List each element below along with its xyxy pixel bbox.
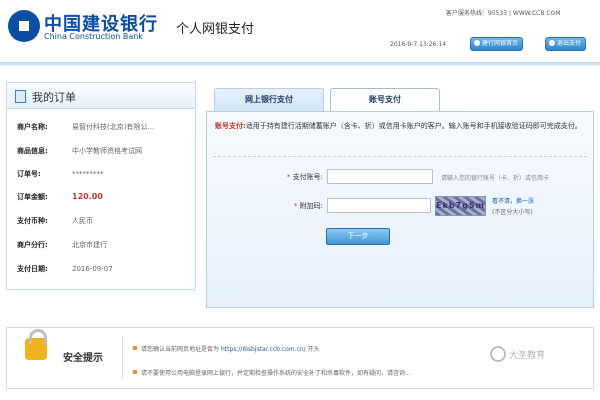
account-hint: 请输入您的银行账号（卡、折）或信用卡: [441, 175, 550, 182]
header-divider: [0, 62, 600, 66]
order-document-icon: [15, 90, 26, 103]
security-tip-2: 请不要使用公用电脑登录网上银行，并定期检查操作系统的安全补丁和杀毒软件，如有疑问…: [133, 368, 593, 377]
home-button[interactable]: 建行网银首页: [470, 37, 524, 51]
order-row-number: 订单号: *********: [17, 166, 104, 182]
exit-button-label: 退出支付: [557, 40, 582, 47]
notice-key: 账号支付:: [215, 122, 246, 130]
order-row-date: 支付日期: 2016-09-07: [17, 261, 113, 277]
merchant-value: 易智付科技(北京)有限公...: [72, 123, 155, 131]
tip1-prefix: 请您确认当前网页地址是否为: [141, 346, 220, 353]
order-panel: 我的订单 商户名称: 易智付科技(北京)有限公... 商品信息: 中小学教师资格考试…: [6, 82, 196, 290]
captcha-image[interactable]: Ekb7gSm: [435, 196, 486, 216]
order-title: 我的订单: [32, 91, 76, 104]
order-row-amount: 订单金额: 120.00: [17, 189, 103, 205]
order-header: 我的订单: [7, 83, 195, 109]
product-label: 商品信息:: [17, 147, 48, 155]
bullet-icon: [133, 370, 137, 374]
current-datetime: 2016-9-7 13:26:14: [390, 41, 447, 48]
order-number-label: 订单号:: [17, 170, 41, 178]
order-row-product: 商品信息: 中小学教师资格考试网: [17, 143, 142, 159]
product-value: 中小学教师资格考试网: [72, 147, 142, 155]
account-label-text: 支付账号:: [292, 173, 323, 181]
next-step-button[interactable]: 下一步: [326, 228, 390, 245]
order-row-currency: 支付币种: 人民币: [17, 213, 93, 229]
wechat-watermark-icon: [490, 346, 506, 362]
date-label: 支付日期:: [17, 265, 48, 273]
exit-icon: [549, 40, 555, 46]
date-value: 2016-09-07: [72, 265, 113, 273]
account-input[interactable]: [327, 169, 433, 184]
branch-value: 北京市建行: [72, 241, 107, 249]
home-button-label: 建行网银首页: [482, 40, 519, 47]
captcha-input[interactable]: [327, 198, 431, 213]
notice-divider: [213, 156, 587, 157]
tab-online-banking[interactable]: 网上银行支付: [214, 88, 324, 112]
captcha-label-text: 附加码:: [299, 202, 323, 210]
payment-panel: 账号支付:适用于持有建行活期储蓄账户（含卡、折）或信用卡账户的客户。输入账号和手…: [206, 111, 594, 308]
home-icon: [474, 40, 480, 46]
order-row-merchant: 商户名称: 易智付科技(北京)有限公...: [17, 119, 154, 135]
security-title: 安全提示: [63, 353, 103, 364]
payment-notice: 账号支付:适用于持有建行活期储蓄账户（含卡、折）或信用卡账户的客户。输入账号和手…: [215, 120, 585, 133]
merchant-label: 商户名称:: [17, 123, 48, 131]
amount-value: 120.00: [72, 192, 103, 201]
hotline-text: 客户服务热线：95533 | WWW.CCB.COM: [446, 10, 561, 17]
payment-tabs: 网上银行支付 账号支付: [206, 88, 594, 112]
bank-name-en: China Construction Bank: [44, 32, 143, 41]
bullet-icon: [133, 346, 137, 350]
lock-icon: [25, 329, 47, 360]
tip1-suffix: 开头: [307, 346, 320, 353]
tip2-text: 请不要使用公用电脑登录网上银行，并定期检查操作系统的安全补丁和杀毒软件，如有疑问…: [141, 370, 411, 377]
captcha-label: * 附加码:: [293, 202, 323, 210]
page-header: 中国建设银行 China Construction Bank 个人网银支付 客户…: [0, 0, 600, 62]
notice-text: 适用于持有建行活期储蓄账户（含卡、折）或信用卡账户的客户。输入账号和手机接收验证…: [245, 122, 582, 130]
currency-value: 人民币: [72, 217, 93, 225]
order-row-branch: 商户分行: 北京市建行: [17, 237, 107, 253]
tab-account-payment[interactable]: 账号支付: [330, 88, 440, 112]
security-divider: [122, 336, 123, 380]
amount-label: 订单金额:: [17, 193, 48, 201]
currency-label: 支付币种:: [17, 217, 48, 225]
branch-label: 商户分行:: [17, 241, 48, 249]
account-label: * 支付账号:: [286, 173, 323, 181]
watermark: 大圣教育: [490, 346, 545, 362]
order-number-value: *********: [72, 170, 104, 178]
exit-button[interactable]: 退出支付: [545, 37, 587, 51]
ccb-logo-icon: [8, 10, 40, 42]
case-insensitive-tip: (不区分大小写): [492, 209, 533, 216]
service-title: 个人网银支付: [176, 22, 255, 37]
refresh-captcha-link[interactable]: 看不清，换一张: [492, 196, 534, 205]
security-url-link[interactable]: https://ibsbjstar.ccb.com.cn/: [221, 346, 306, 353]
watermark-text: 大圣教育: [509, 351, 546, 361]
